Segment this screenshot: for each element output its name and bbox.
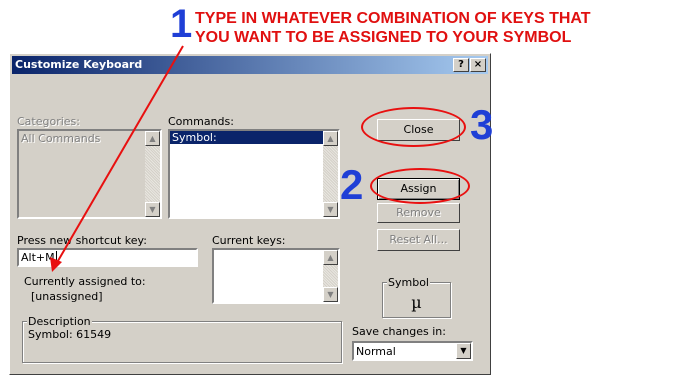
currently-assigned-label: Currently assigned to: [24,275,146,288]
categories-listbox: All Commands ▲ ▼ [17,129,162,219]
close-x-button[interactable]: × [470,58,486,72]
symbol-character: µ [411,293,422,312]
description-group: Description Symbol: 61549 [22,315,342,363]
shortcut-key-input[interactable]: Alt+M [17,248,198,267]
reset-all-button[interactable]: Reset All... [377,229,460,251]
commands-scrollbar[interactable]: ▲ ▼ [323,131,338,217]
categories-scrollbar: ▲ ▼ [145,131,160,217]
save-changes-label: Save changes in: [352,325,446,338]
commands-label: Commands: [168,115,234,128]
description-text: Symbol: 61549 [28,328,112,341]
current-keys-label: Current keys: [212,234,286,247]
step-3-number: 3 [470,101,494,148]
categories-label: Categories: [17,115,80,128]
scroll-up-icon: ▲ [145,131,160,146]
close-highlight-ellipse [361,107,466,147]
chevron-down-icon[interactable]: ▼ [456,343,471,359]
scroll-down-icon[interactable]: ▼ [323,287,338,302]
commands-item-symbol[interactable]: Symbol: [170,131,323,144]
scroll-down-icon[interactable]: ▼ [323,202,338,217]
symbol-legend: Symbol [387,276,430,289]
shortcut-key-value: Alt+M [21,251,55,264]
step-2-number: 2 [340,161,364,208]
assign-highlight-ellipse [370,168,470,204]
categories-item-all-commands: All Commands [21,132,101,145]
current-keys-scrollbar[interactable]: ▲ ▼ [323,250,338,302]
press-shortcut-label: Press new shortcut key: [17,234,147,247]
save-changes-value: Normal [356,345,396,358]
save-changes-select[interactable]: Normal ▼ [352,341,473,361]
customize-keyboard-dialog: Customize Keyboard ? × Categories: All C… [9,53,491,375]
description-legend: Description [27,315,92,328]
step-1-instruction-line1: TYPE IN WHATEVER COMBINATION OF KEYS THA… [195,10,591,27]
title-bar[interactable]: Customize Keyboard ? × [12,56,488,74]
step-1-number: 1 [170,2,193,46]
help-button[interactable]: ? [453,58,469,72]
dialog-title: Customize Keyboard [15,58,143,71]
step-1-instruction-line2: YOU WANT TO BE ASSIGNED TO YOUR SYMBOL [195,29,572,46]
currently-assigned-value: [unassigned] [31,290,103,303]
current-keys-listbox[interactable]: ▲ ▼ [212,248,340,304]
scroll-up-icon[interactable]: ▲ [323,250,338,265]
scroll-up-icon[interactable]: ▲ [323,131,338,146]
scroll-down-icon: ▼ [145,202,160,217]
symbol-preview-group: Symbol µ [382,276,451,318]
commands-listbox[interactable]: Symbol: ▲ ▼ [168,129,340,219]
remove-button[interactable]: Remove [377,203,460,223]
